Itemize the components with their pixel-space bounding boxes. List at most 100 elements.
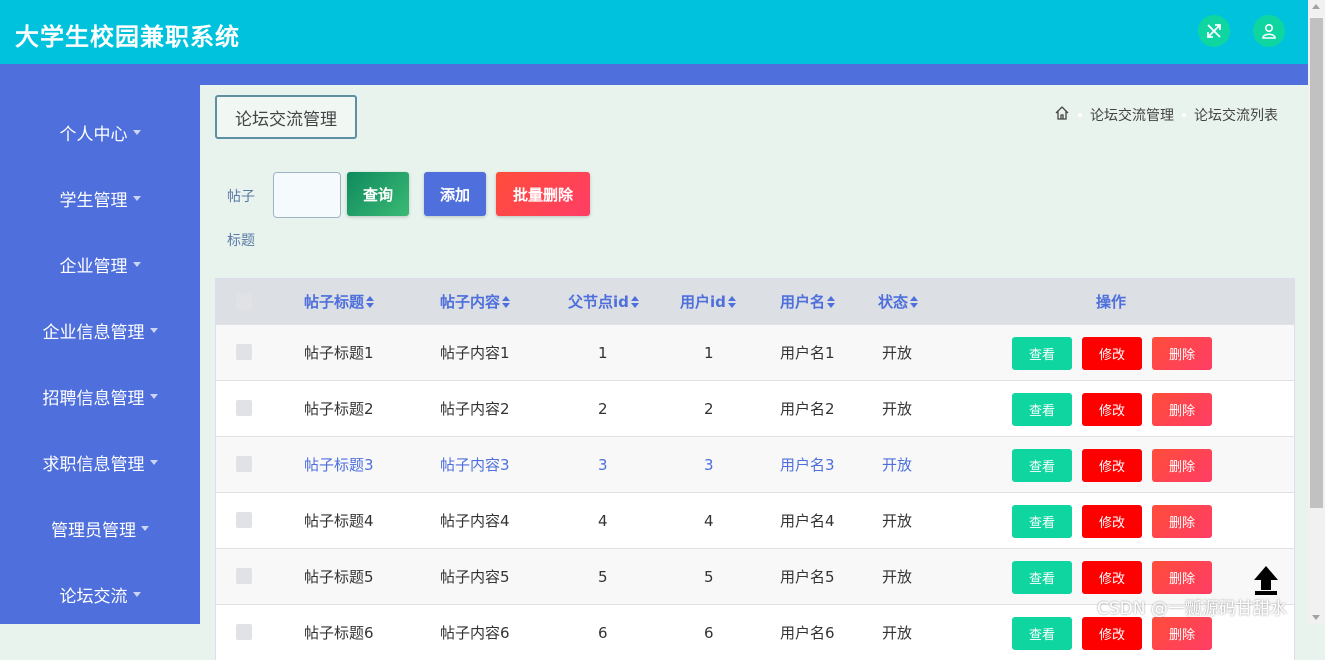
- table-row[interactable]: 帖子标题2 帖子内容2 2 2 用户名2 开放 查看 修改 删除: [216, 380, 1294, 436]
- scroll-up-icon[interactable]: [1312, 4, 1320, 9]
- sidebar-item-label: 个人中心: [59, 124, 128, 145]
- breadcrumb-item[interactable]: 论坛交流管理: [1090, 105, 1174, 125]
- view-button[interactable]: 查看: [1012, 337, 1072, 370]
- cell-username: 用户名1: [780, 344, 835, 362]
- search-input[interactable]: [273, 172, 341, 218]
- scrollbar[interactable]: [1308, 0, 1325, 624]
- delete-button[interactable]: 删除: [1152, 393, 1212, 426]
- chevron-down-icon: [149, 459, 158, 465]
- shuffle-icon[interactable]: [1198, 15, 1230, 47]
- breadcrumb-item: 论坛交流列表: [1194, 108, 1278, 124]
- column-header-title[interactable]: 帖子标题: [304, 279, 375, 324]
- sidebar-item-label: 求职信息管理: [42, 454, 145, 475]
- chevron-down-icon: [141, 525, 149, 531]
- batch-delete-button[interactable]: 批量删除: [496, 172, 590, 216]
- cell-title: 帖子标题4: [304, 512, 374, 530]
- cell-content: 帖子内容2: [440, 400, 510, 418]
- table-row[interactable]: 帖子标题3 帖子内容3 3 3 用户名3 开放 查看 修改 删除: [216, 436, 1294, 492]
- cell-title: 帖子标题2: [304, 400, 374, 418]
- sort-icon[interactable]: [910, 295, 919, 308]
- column-header-username[interactable]: 用户名: [780, 279, 836, 324]
- edit-button[interactable]: 修改: [1082, 505, 1142, 538]
- cell-user-id: 4: [704, 511, 714, 530]
- cell-parent-id: 4: [598, 511, 608, 530]
- cell-parent-id: 2: [598, 399, 608, 418]
- back-to-top-icon[interactable]: [1252, 564, 1280, 596]
- sort-icon[interactable]: [630, 295, 639, 308]
- column-header-status[interactable]: 状态: [878, 279, 919, 324]
- select-all-checkbox[interactable]: [236, 294, 252, 310]
- column-header-content[interactable]: 帖子内容: [440, 279, 511, 324]
- breadcrumb: 论坛交流管理 论坛交流列表: [1054, 105, 1278, 125]
- sidebar-item-recruitment[interactable]: 招聘信息管理: [0, 376, 200, 416]
- query-button[interactable]: 查询: [347, 172, 409, 216]
- scrollbar-thumb[interactable]: [1310, 18, 1323, 508]
- chevron-down-icon: [149, 393, 158, 399]
- home-icon[interactable]: [1054, 105, 1070, 125]
- sort-icon[interactable]: [502, 295, 511, 308]
- sort-icon[interactable]: [366, 295, 375, 308]
- cell-content: 帖子内容6: [440, 624, 510, 642]
- cell-username: 用户名4: [780, 512, 835, 530]
- row-checkbox[interactable]: [236, 344, 252, 360]
- cell-status: 开放: [882, 456, 913, 474]
- search-label: 帖子: [227, 189, 255, 205]
- delete-button[interactable]: 删除: [1152, 561, 1212, 594]
- view-button[interactable]: 查看: [1012, 505, 1072, 538]
- view-button[interactable]: 查看: [1012, 449, 1072, 482]
- cell-user-id: 2: [704, 399, 714, 418]
- row-checkbox[interactable]: [236, 624, 252, 640]
- view-button[interactable]: 查看: [1012, 561, 1072, 594]
- cell-parent-id: 1: [598, 343, 608, 362]
- row-checkbox[interactable]: [236, 400, 252, 416]
- sidebar-item-label: 学生管理: [59, 190, 128, 211]
- cell-content: 帖子内容1: [440, 344, 510, 362]
- cell-status: 开放: [882, 568, 913, 586]
- delete-button[interactable]: 删除: [1152, 449, 1212, 482]
- scroll-down-icon[interactable]: [1312, 615, 1320, 620]
- delete-button[interactable]: 删除: [1152, 337, 1212, 370]
- row-checkbox[interactable]: [236, 512, 252, 528]
- add-button[interactable]: 添加: [424, 172, 486, 216]
- top-bar: 大学生校园兼职系统: [0, 0, 1308, 64]
- user-icon[interactable]: [1253, 15, 1285, 47]
- sidebar-item-personal-center[interactable]: 个人中心: [0, 112, 200, 152]
- edit-button[interactable]: 修改: [1082, 337, 1142, 370]
- cell-parent-id: 6: [598, 623, 608, 642]
- table-row[interactable]: 帖子标题4 帖子内容4 4 4 用户名4 开放 查看 修改 删除: [216, 492, 1294, 548]
- cell-content: 帖子内容5: [440, 568, 510, 586]
- delete-button[interactable]: 删除: [1152, 617, 1212, 650]
- edit-button[interactable]: 修改: [1082, 449, 1142, 482]
- column-header-user-id[interactable]: 用户id: [680, 279, 736, 324]
- cell-parent-id: 3: [598, 455, 608, 474]
- sidebar-item-students[interactable]: 学生管理: [0, 178, 200, 218]
- view-button[interactable]: 查看: [1012, 617, 1072, 650]
- view-button[interactable]: 查看: [1012, 393, 1072, 426]
- sidebar-item-forum[interactable]: 论坛交流: [0, 574, 200, 614]
- cell-user-id: 5: [704, 567, 714, 586]
- sidebar-item-label: 论坛交流: [59, 586, 128, 607]
- edit-button[interactable]: 修改: [1082, 617, 1142, 650]
- sidebar-item-admins[interactable]: 管理员管理: [0, 508, 200, 548]
- sidebar: 个人中心 学生管理 企业管理 企业信息管理 招聘信息管理 求职信息管理 管理员管…: [0, 85, 200, 624]
- column-header-parent-id[interactable]: 父节点id: [568, 279, 639, 324]
- cell-status: 开放: [882, 400, 913, 418]
- sidebar-item-company-info[interactable]: 企业信息管理: [0, 310, 200, 350]
- delete-button[interactable]: 删除: [1152, 505, 1212, 538]
- sort-icon[interactable]: [827, 295, 836, 308]
- cell-status: 开放: [882, 624, 913, 642]
- sort-icon[interactable]: [727, 295, 736, 308]
- edit-button[interactable]: 修改: [1082, 561, 1142, 594]
- sidebar-item-job-seeking[interactable]: 求职信息管理: [0, 442, 200, 482]
- cell-username: 用户名2: [780, 400, 835, 418]
- chevron-down-icon: [149, 327, 158, 333]
- row-checkbox[interactable]: [236, 456, 252, 472]
- sidebar-item-companies[interactable]: 企业管理: [0, 244, 200, 284]
- app-title: 大学生校园兼职系统: [15, 23, 240, 51]
- sidebar-item-label: 企业管理: [59, 256, 128, 277]
- row-checkbox[interactable]: [236, 568, 252, 584]
- edit-button[interactable]: 修改: [1082, 393, 1142, 426]
- column-header-actions: 操作: [1096, 293, 1127, 311]
- table-row[interactable]: 帖子标题1 帖子内容1 1 1 用户名1 开放 查看 修改 删除: [216, 324, 1294, 380]
- cell-user-id: 3: [704, 455, 714, 474]
